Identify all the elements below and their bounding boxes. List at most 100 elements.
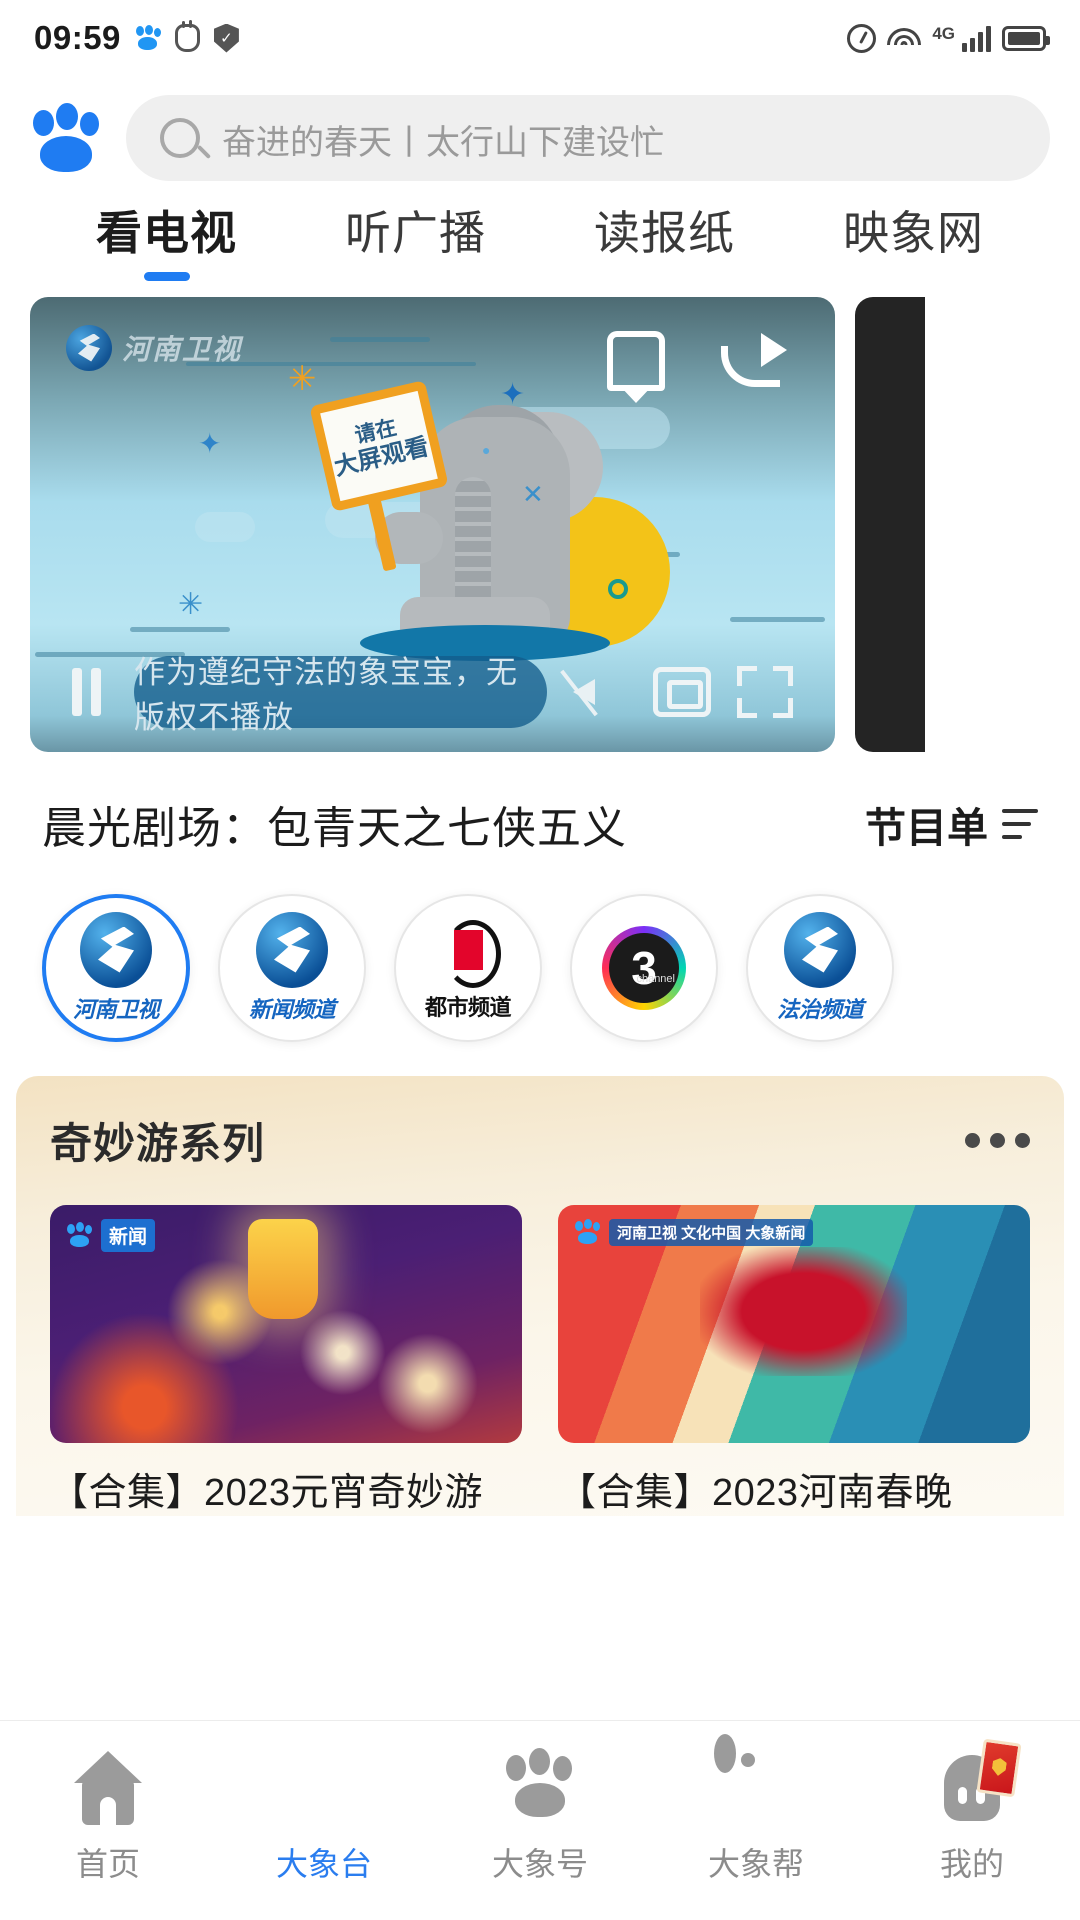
channel-label: 新闻频道 (248, 996, 336, 1022)
player-notice-bar: 作为遵纪守法的象宝宝，无版权不播放 (134, 655, 547, 735)
paw-logo-icon[interactable] (30, 102, 104, 174)
wifi-icon (887, 25, 922, 51)
tab-yingxiang-wang[interactable]: 映象网 (789, 207, 1038, 260)
nav-label: 大象号 (491, 1846, 588, 1882)
help-circle-icon (714, 1734, 798, 1829)
tab-label: 映象网 (843, 207, 984, 259)
list-lines-icon (1002, 808, 1038, 839)
speed-circle-icon (847, 23, 877, 53)
nav-item-daxiangbang[interactable]: 大象帮 (648, 1734, 864, 1885)
search-icon (160, 118, 200, 158)
hand-icon (174, 20, 200, 52)
paw-icon (574, 1219, 602, 1245)
search-hint-carousel: 奋进的春天丨太行山下建设忙 中原粮仓夏粮丰收进行时 (222, 95, 1016, 181)
more-dots-icon[interactable] (965, 1132, 1030, 1148)
elephant-tv-icon (282, 1745, 366, 1829)
status-time: 09:59 (34, 19, 121, 56)
decor-line (186, 361, 476, 366)
channel-item-minsheng[interactable]: 3 channel (556, 893, 732, 1042)
share-icon[interactable] (721, 332, 787, 387)
paw-icon (498, 1745, 582, 1829)
nav-label: 大象帮 (707, 1846, 804, 1882)
paw-icon (135, 25, 161, 51)
battery-icon (1002, 25, 1050, 51)
top-tabs: 看电视 听广播 读报纸 映象网 (0, 186, 1080, 281)
status-bar-left: 09:59 (34, 19, 239, 57)
list-item[interactable]: 河南卫视 文化中国 大象新闻 【合集】2023河南春晚 (558, 1204, 1030, 1516)
nav-label: 我的 (939, 1846, 1004, 1882)
channel-item-fazhi[interactable]: 法治频道 (732, 893, 908, 1042)
card-title: 【合集】2023元宵奇妙游 (50, 1471, 484, 1514)
channel-item-xinwen[interactable]: 新闻频道 (204, 893, 380, 1042)
decor-cloud (195, 511, 255, 542)
henan-tv-logo-icon (80, 911, 152, 988)
player-control-bar: 作为遵纪守法的象宝宝，无版权不播放 (30, 632, 835, 752)
video-player[interactable]: 河南卫视 请在 大屏观看 ✳ ✦ ✦ ✕ ✳ ● 作为遵纪守法的象宝宝，无版权不… (30, 296, 835, 752)
channel-item-dushi[interactable]: 都市频道 (380, 893, 556, 1042)
nav-item-home[interactable]: 首页 (0, 1745, 216, 1885)
tab-ting-guangbo[interactable]: 听广播 (291, 207, 540, 260)
home-icon (66, 1745, 150, 1829)
section-card-list: 新闻 【合集】2023元宵奇妙游 河南卫视 文化中国 大象新闻 【合集】2023… (50, 1204, 1030, 1516)
tab-label: 听广播 (345, 207, 486, 259)
card-title: 【合集】2023河南春晚 (558, 1471, 953, 1514)
card-badge-label: 河南卫视 文化中国 大象新闻 (609, 1218, 814, 1246)
channel-avatar: 都市频道 (394, 893, 542, 1042)
fullscreen-icon[interactable] (737, 665, 793, 718)
channel-avatar: 新闻频道 (218, 893, 366, 1042)
card-badge-label: 新闻 (101, 1218, 156, 1252)
search-bar[interactable]: 奋进的春天丨太行山下建设忙 中原粮仓夏粮丰收进行时 (126, 95, 1050, 181)
channel-label: 都市频道 (424, 994, 512, 1020)
section-header: 奇妙游系列 (50, 1110, 1030, 1171)
signal-bars-icon (962, 25, 991, 52)
card-badge: 新闻 (66, 1218, 156, 1252)
pause-icon[interactable] (72, 667, 108, 716)
list-item[interactable]: 新闻 【合集】2023元宵奇妙游 (50, 1204, 522, 1516)
player-carousel: 河南卫视 请在 大屏观看 ✳ ✦ ✦ ✕ ✳ ● 作为遵纪守法的象宝宝，无版权不… (0, 281, 1080, 752)
decor-ring (608, 578, 628, 599)
paw-icon (66, 1222, 94, 1248)
next-player-card-peek[interactable] (855, 296, 925, 752)
nav-label: 大象台 (275, 1846, 372, 1882)
channel-list: 河南卫视 新闻频道 都市频道 3 channel 法治频道 (0, 856, 1080, 1042)
channel-3-logo-icon: 3 channel (602, 925, 686, 1010)
qimiaoyou-section: 奇妙游系列 新闻 【合集】2023元宵奇妙游 河南卫视 文化中国 大象新闻 【合… (16, 1075, 1064, 1516)
red-envelope-icon (976, 1738, 1022, 1798)
app-header: 奋进的春天丨太行山下建设忙 中原粮仓夏粮丰收进行时 (0, 76, 1080, 186)
picture-in-picture-icon[interactable] (653, 666, 711, 717)
henan-tv-logo-icon (784, 911, 856, 988)
program-row: 晨光剧场：包青天之七侠五义 节目单 (0, 752, 1080, 856)
player-top-actions (607, 330, 787, 391)
program-list-button[interactable]: 节目单 (865, 794, 1038, 854)
channel-item-henan-weishi[interactable]: 河南卫视 (28, 893, 204, 1042)
spark-icon: ✕ (522, 478, 544, 509)
nav-item-daxianghao[interactable]: 大象号 (432, 1745, 648, 1885)
status-bar-right: 4G (847, 23, 1050, 53)
tab-active-indicator (143, 271, 190, 281)
nav-item-daxiangtai[interactable]: 大象台 (216, 1745, 432, 1885)
decor-line (330, 336, 430, 342)
bottom-navigation: 首页 大象台 大象号 大象帮 我的 (0, 1720, 1080, 1920)
search-hint-next: 中原粮仓夏粮丰收进行时 (222, 173, 596, 181)
henan-tv-logo-icon (256, 911, 328, 988)
section-title: 奇妙游系列 (50, 1119, 266, 1167)
bookmark-icon[interactable] (607, 330, 665, 391)
tab-du-baozhi[interactable]: 读报纸 (540, 207, 789, 260)
channel-label: 法治频道 (776, 996, 864, 1022)
spark-icon: ✦ (198, 427, 222, 459)
tab-kan-dianshi[interactable]: 看电视 (42, 207, 291, 281)
page-title: 晨光剧场：包青天之七侠五义 (42, 803, 627, 853)
channel-avatar: 法治频道 (746, 893, 894, 1042)
dushi-channel-logo-icon (437, 914, 501, 988)
mute-icon[interactable] (560, 667, 627, 717)
tab-label: 看电视 (96, 207, 237, 259)
decor-line (730, 616, 825, 622)
search-hint-current: 奋进的春天丨太行山下建设忙 (222, 124, 664, 162)
nav-item-mine[interactable]: 我的 (864, 1738, 1080, 1885)
profile-icon (930, 1738, 1022, 1829)
program-list-label: 节目单 (865, 804, 988, 851)
spark-icon: ✳ (288, 359, 317, 398)
henan-tv-logo-icon (66, 324, 112, 371)
channel-avatar: 3 channel (570, 893, 718, 1042)
channel-avatar: 河南卫视 (42, 893, 190, 1042)
